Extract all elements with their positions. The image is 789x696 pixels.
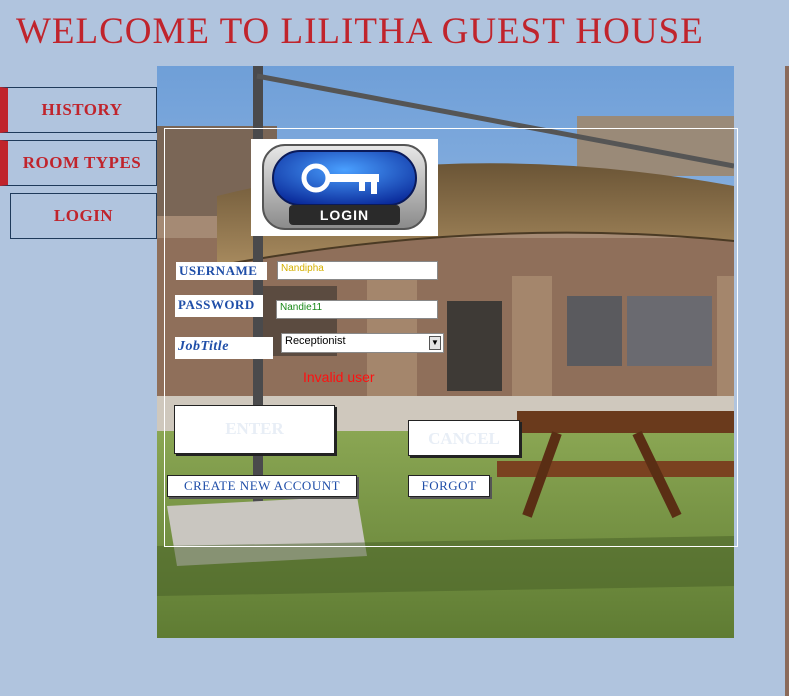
username-field[interactable]: Nandipha (277, 261, 438, 280)
error-message: Invalid user (303, 369, 375, 385)
forgot-button[interactable]: FORGOT (408, 475, 490, 497)
password-label: PASSWORD (175, 295, 263, 317)
jobtitle-label: JobTitle (175, 337, 273, 359)
sidebar-item-room-types[interactable]: ROOM TYPES (0, 140, 157, 186)
create-account-button[interactable]: CREATE NEW ACCOUNT (167, 475, 357, 497)
login-logo-text: LOGIN (319, 207, 370, 223)
app-title: WELCOME TO LILITHA GUEST HOUSE (16, 11, 704, 52)
sidebar-item-history[interactable]: HISTORY (0, 87, 157, 133)
login-logo: LOGIN (251, 139, 438, 236)
enter-button[interactable]: ENTER (174, 405, 335, 454)
sidebar-item-login[interactable]: LOGIN (10, 193, 157, 239)
username-label: USERNAME (176, 262, 267, 280)
jobtitle-selected-value: Receptionist (285, 335, 346, 347)
jobtitle-select[interactable]: Receptionist ▼ (281, 333, 444, 353)
chevron-down-icon[interactable]: ▼ (429, 336, 441, 350)
window-edge (785, 66, 789, 696)
password-field[interactable]: Nandie11 (276, 300, 438, 319)
cancel-button[interactable]: CANCEL (408, 420, 520, 456)
